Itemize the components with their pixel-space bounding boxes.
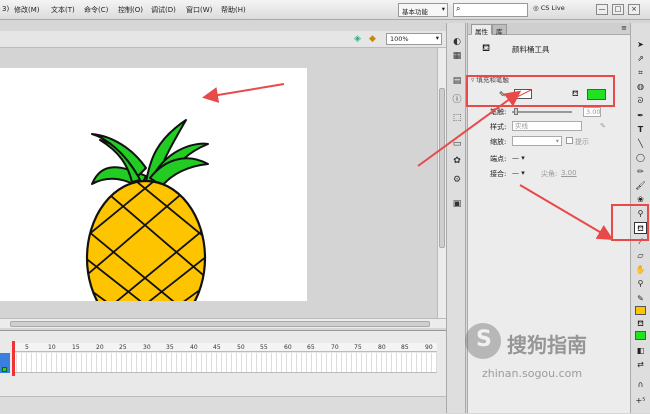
arrow-to-leaves — [202, 83, 285, 103]
arrow-to-bucket-tool — [519, 184, 614, 241]
annotation-arrows — [202, 83, 614, 241]
arrow-to-fill-section — [417, 90, 522, 167]
